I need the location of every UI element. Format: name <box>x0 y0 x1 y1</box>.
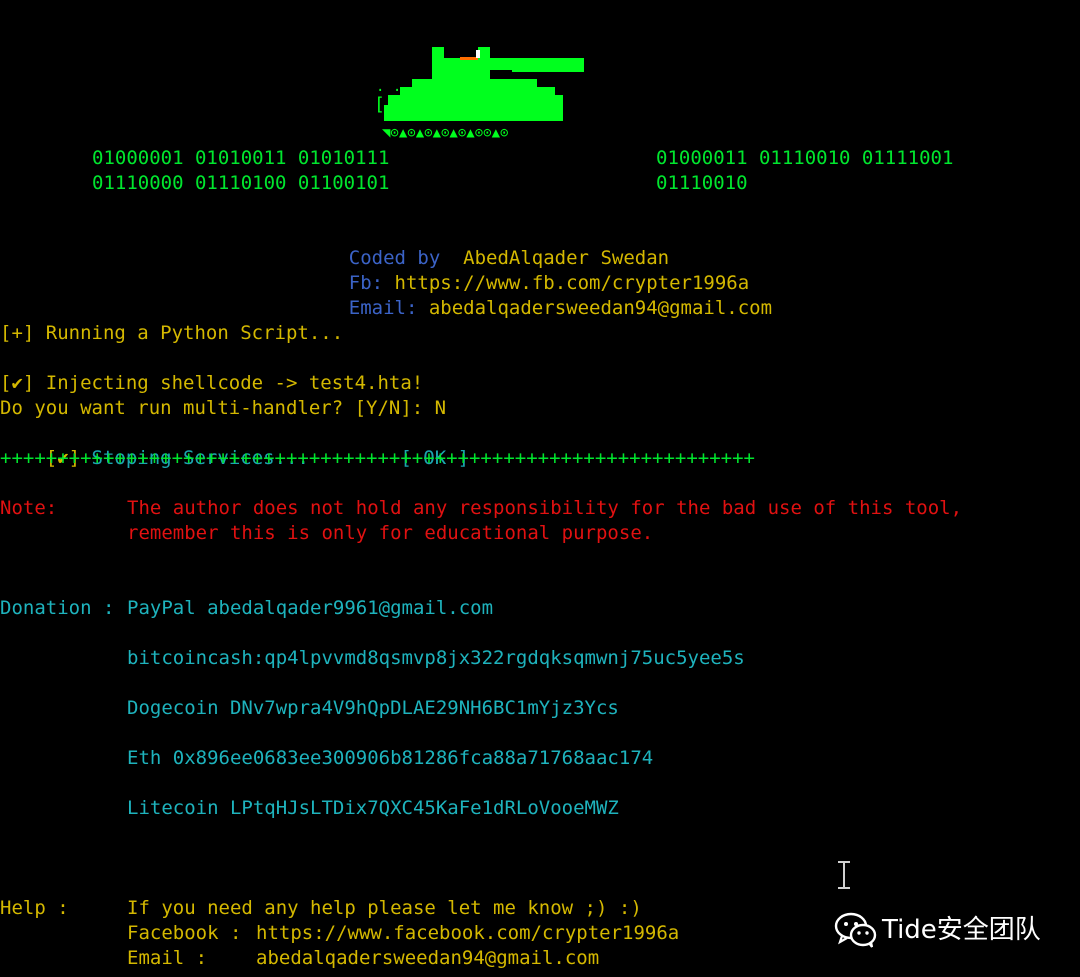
tank-ascii-art-icon: . . [ ◥⊙▲⊙▲⊙▲⊙▲⊙▲⊙⊙▲⊙ <box>372 44 592 144</box>
watermark-text: Tide安全团队 <box>882 914 1041 945</box>
help-facebook-value: https://www.facebook.com/crypter1996a <box>256 922 680 944</box>
donation-paypal: PayPal abedalqader9961@gmail.com <box>127 597 494 619</box>
log-injecting: [✔] Injecting shellcode -> test4.hta! <box>0 372 424 394</box>
log-separator: ++++++++++++++++++++++++++++++++++++++++… <box>0 447 755 469</box>
credits-email: Email: abedalqadersweedan94@gmail.com <box>303 271 772 346</box>
donation-label: Donation : <box>0 597 115 619</box>
help-email-label: Email : <box>127 947 208 969</box>
note-label: Note: <box>0 497 58 519</box>
email-label: Email: <box>348 297 418 319</box>
log-running: [+] Running a Python Script... <box>0 322 344 344</box>
donation-litecoin: Litecoin LPtqHJsLTDix7QXC45KaFe1dRLoVooe… <box>127 797 619 819</box>
note-line2: remember this is only for educational pu… <box>127 522 654 544</box>
binary-left-line2: 01110000 01110100 01100101 <box>92 172 390 194</box>
help-email-value: abedalqadersweedan94@gmail.com <box>256 947 600 969</box>
donation-eth: Eth 0x896ee0683ee300906b81286fca88a71768… <box>127 747 654 769</box>
donation-dogecoin: Dogecoin DNv7wpra4V9hQpDLAE29NH6BC1mYjz3… <box>127 697 619 719</box>
terminal-window[interactable]: . . [ ◥⊙▲⊙▲⊙▲⊙▲⊙▲⊙⊙▲⊙ 01000001 01010011 … <box>0 0 1080 977</box>
help-facebook-label: Facebook : <box>127 922 242 944</box>
note-line1: The author does not hold any responsibil… <box>127 497 963 519</box>
text-cursor-icon <box>837 861 851 889</box>
donation-bitcoincash: bitcoincash:qp4lpvvmd8qsmvp8jx322rgdqksq… <box>127 647 745 669</box>
binary-right-line2: 01110010 <box>656 172 748 194</box>
email-value: abedalqadersweedan94@gmail.com <box>428 297 773 319</box>
help-line1: If you need any help please let me know … <box>127 897 642 919</box>
log-prompt: Do you want run multi-handler? [Y/N]: N <box>0 397 447 419</box>
help-label: Help : <box>0 897 69 919</box>
watermark: Tide安全团队 <box>834 910 1041 950</box>
wechat-icon <box>834 912 878 948</box>
binary-right-line1: 01000011 01110010 01111001 <box>656 147 954 169</box>
binary-left-line1: 01000001 01010011 01010111 <box>92 147 390 169</box>
